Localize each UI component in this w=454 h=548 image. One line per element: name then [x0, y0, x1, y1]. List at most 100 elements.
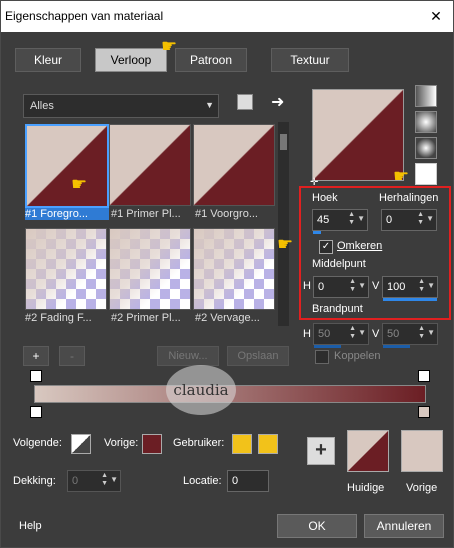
spin-arrows-icon[interactable]: ▲ ▼: [348, 211, 355, 227]
chevron-down-icon[interactable]: ▼: [358, 328, 366, 337]
linear-type-icon[interactable]: [415, 85, 437, 107]
bv-value: 50: [387, 328, 400, 340]
middelpunt-h-spinner[interactable]: 0 ▲ ▼ ▼: [313, 276, 369, 298]
omkeren-label: Omkeren: [337, 240, 383, 252]
locatie-value: 0: [232, 475, 239, 487]
tab-textuur[interactable]: Textuur: [271, 48, 349, 72]
pointer-hand-icon: ☛: [161, 36, 178, 56]
hoek-value: 45: [317, 214, 330, 226]
thumb-label: #2 Primer Pl...: [111, 312, 181, 324]
spin-arrows-icon[interactable]: ▲ ▼: [418, 325, 425, 341]
h-value: 0: [318, 281, 325, 293]
dekking-value: 0: [72, 475, 79, 487]
pointer-hand-icon: ☛: [393, 166, 410, 186]
arrow-right-icon[interactable]: ➜: [271, 92, 284, 112]
locatie-field[interactable]: 0: [227, 470, 269, 492]
rectangular-type-icon[interactable]: [415, 111, 437, 133]
bv-label: V: [372, 328, 380, 340]
close-button[interactable]: ✕: [423, 5, 449, 27]
huidige-label: Huidige: [347, 482, 385, 494]
koppelen-checkbox[interactable]: [315, 350, 329, 364]
pointer-hand-icon: ☛: [277, 234, 294, 254]
gradient-thumb-3[interactable]: [193, 124, 275, 206]
title-bar: Eigenschappen van materiaal ✕: [1, 1, 453, 32]
omkeren-checkbox[interactable]: ✓: [319, 240, 333, 254]
chevron-down-icon[interactable]: ▼: [427, 281, 435, 290]
vorige-label: Vorige:: [104, 437, 139, 449]
v-label: V: [372, 280, 380, 292]
gradient-thumb-6[interactable]: [193, 228, 275, 310]
v-slider[interactable]: [383, 298, 437, 301]
spin-arrows-icon[interactable]: ▲ ▼: [101, 472, 108, 488]
thumb-label: #1 Voorgro...: [195, 208, 258, 220]
herhalingen-spinner[interactable]: 0 ▲ ▼ ▼: [381, 209, 437, 231]
foreground-swatch[interactable]: [71, 434, 91, 454]
user-swatch-1[interactable]: [232, 434, 252, 454]
brandpunt-h-spinner[interactable]: 50 ▲ ▼ ▼: [313, 323, 369, 348]
library-icon[interactable]: [237, 94, 253, 110]
brandpunt-v-spinner[interactable]: 50 ▲ ▼ ▼: [382, 323, 438, 348]
tab-patroon[interactable]: Patroon: [175, 48, 247, 72]
brandpunt-label: Brandpunt: [312, 303, 363, 315]
gradient-category-select[interactable]: Alles ▼: [23, 94, 219, 118]
hoek-slider[interactable]: [313, 231, 321, 234]
color-stop-left[interactable]: [30, 406, 42, 418]
tab-kleur[interactable]: Kleur: [15, 48, 81, 72]
thumb-label: #2 Fading F...: [25, 312, 92, 324]
volgende-label: Volgende:: [13, 437, 62, 449]
chevron-down-icon[interactable]: ▼: [426, 214, 434, 223]
remove-stop-button[interactable]: -: [59, 346, 85, 366]
bh-slider[interactable]: [314, 345, 341, 348]
vorige-swatch-label: Vorige: [406, 482, 438, 494]
select-value: Alles: [30, 100, 54, 112]
material-properties-window: Eigenschappen van materiaal ✕ Kleur Verl…: [0, 0, 454, 548]
opacity-stop-right[interactable]: [418, 370, 430, 382]
middelpunt-v-spinner[interactable]: 100 ▲ ▼ ▼: [382, 276, 438, 301]
chevron-down-icon[interactable]: ▼: [110, 475, 118, 484]
window-title: Eigenschappen van materiaal: [5, 9, 164, 23]
add-color-button[interactable]: +: [307, 437, 335, 465]
thumb-label: #2 Vervage...: [195, 312, 260, 324]
chevron-down-icon[interactable]: ▼: [357, 214, 365, 223]
opslaan-button[interactable]: Opslaan: [227, 346, 289, 366]
color-stop-right[interactable]: [418, 406, 430, 418]
spin-arrows-icon[interactable]: ▲ ▼: [349, 278, 356, 294]
current-gradient-swatch[interactable]: [347, 430, 389, 472]
previous-gradient-swatch[interactable]: [401, 430, 443, 472]
user-swatch-2[interactable]: [258, 434, 278, 454]
bh-label: H: [303, 328, 311, 340]
gradient-thumb-4[interactable]: [25, 228, 107, 310]
gebruiker-label: Gebruiker:: [173, 437, 225, 449]
gradient-thumb-5[interactable]: [109, 228, 191, 310]
chevron-down-icon: ▼: [205, 100, 214, 110]
spin-arrows-icon[interactable]: ▲ ▼: [349, 325, 356, 341]
sunburst-type-icon[interactable]: [415, 137, 437, 159]
gradient-thumb-1[interactable]: [25, 124, 109, 208]
opacity-stop-left[interactable]: [30, 370, 42, 382]
locatie-label: Locatie:: [183, 475, 222, 487]
chevron-down-icon[interactable]: ▼: [358, 281, 366, 290]
herhalingen-value: 0: [386, 214, 393, 226]
chevron-down-icon[interactable]: ▼: [427, 328, 435, 337]
dekking-spinner[interactable]: 0 ▲ ▼ ▼: [67, 470, 121, 492]
background-swatch[interactable]: [142, 434, 162, 454]
gradient-thumb-2[interactable]: [109, 124, 191, 206]
thumb-label: #1 Foregro...: [25, 208, 109, 220]
nieuw-button[interactable]: Nieuw...: [157, 346, 219, 366]
add-stop-button[interactable]: +: [23, 346, 49, 366]
tab-verloop[interactable]: Verloop: [95, 48, 167, 72]
gradient-thumbnail-grid: #1 Foregro... #1 Primer Pl... #1 Voorgro…: [23, 122, 278, 326]
thumb-label: #1 Primer Pl...: [111, 208, 181, 220]
h-label: H: [303, 280, 311, 292]
dekking-label: Dekking:: [13, 475, 56, 487]
spin-arrows-icon[interactable]: ▲ ▼: [418, 278, 425, 294]
thumbnail-scrollbar[interactable]: [278, 122, 289, 326]
cancel-button[interactable]: Annuleren: [364, 514, 444, 538]
hoek-spinner[interactable]: 45 ▲ ▼ ▼: [312, 209, 368, 234]
bv-slider[interactable]: [383, 345, 410, 348]
ok-button[interactable]: OK: [277, 514, 357, 538]
radial-type-icon[interactable]: [415, 163, 437, 185]
help-link[interactable]: Help: [19, 520, 42, 532]
spin-arrows-icon[interactable]: ▲ ▼: [417, 211, 424, 227]
scrollbar-thumb[interactable]: [280, 134, 287, 150]
